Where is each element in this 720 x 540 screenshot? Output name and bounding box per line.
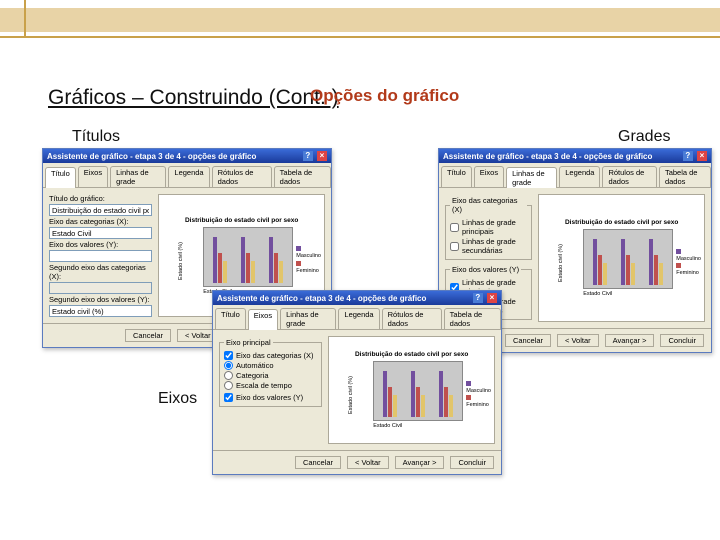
preview-title: Distribuição do estado civil por sexo xyxy=(185,217,298,224)
tab-eixos[interactable]: Eixos xyxy=(474,166,504,187)
preview-yaxis: Estado civil (%) xyxy=(558,244,564,282)
preview-xaxis: Estado Civil xyxy=(373,423,463,429)
help-icon[interactable]: ? xyxy=(473,293,483,303)
tab-rotulos-dados[interactable]: Rótulos de dados xyxy=(602,166,656,187)
cancel-button[interactable]: Cancelar xyxy=(125,329,171,342)
preview-bars xyxy=(203,227,293,287)
tab-titulo[interactable]: Título xyxy=(45,167,76,188)
tab-rotulos-dados[interactable]: Rótulos de dados xyxy=(212,166,272,187)
close-icon[interactable]: × xyxy=(317,151,327,161)
fields-titles: Título do gráfico: Eixo das categorias (… xyxy=(49,194,152,317)
rad-categoria[interactable] xyxy=(224,371,233,380)
tab-titulo[interactable]: Título xyxy=(215,308,246,329)
group-eixo-principal: Eixo principal Eixo das categorias (X) A… xyxy=(219,338,322,407)
preview-xaxis: Estado Civil xyxy=(583,291,673,297)
finish-button[interactable]: Concluir xyxy=(660,334,704,347)
label-eixo-y: Eixo dos valores (Y): xyxy=(49,240,152,249)
preview-legend: Masculino Feminino xyxy=(466,381,491,410)
titlebar[interactable]: Assistente de gráfico - etapa 3 de 4 - o… xyxy=(213,291,501,305)
input-eixo-x[interactable] xyxy=(49,227,152,239)
titlebar-text: Assistente de gráfico - etapa 3 de 4 - o… xyxy=(217,294,426,303)
tab-tabela-dados[interactable]: Tabela de dados xyxy=(444,308,501,329)
input-eixo-y2[interactable] xyxy=(49,305,152,317)
back-button[interactable]: < Voltar xyxy=(557,334,599,347)
rad-escala-tempo[interactable] xyxy=(224,381,233,390)
preview-legend: Masculino Feminino xyxy=(296,246,321,275)
preview-legend: Masculino Feminino xyxy=(676,249,701,278)
preview-title: Distribuição do estado civil por sexo xyxy=(355,351,468,358)
slide-subtitle: Opções do gráfico xyxy=(310,86,459,106)
tab-linhas-grade[interactable]: Linhas de grade xyxy=(280,308,336,329)
label-grades: Grades xyxy=(618,128,670,146)
next-button[interactable]: Avançar > xyxy=(395,456,445,469)
tab-tabela-dados[interactable]: Tabela de dados xyxy=(659,166,711,187)
group-eixo-x-label: Eixo das categorias (X) xyxy=(450,196,527,214)
tab-eixos[interactable]: Eixos xyxy=(78,166,108,187)
finish-button[interactable]: Concluir xyxy=(450,456,494,469)
label-titulo-grafico: Título do gráfico: xyxy=(49,194,152,203)
label-titulos: Títulos xyxy=(72,128,120,146)
preview-title: Distribuição do estado civil por sexo xyxy=(565,219,678,226)
label-eixos: Eixos xyxy=(158,390,197,408)
input-titulo-grafico[interactable] xyxy=(49,204,152,216)
tab-eixos[interactable]: Eixos xyxy=(248,309,278,330)
group-eixo-principal-label: Eixo principal xyxy=(224,338,273,347)
tabs: Título Eixos Linhas de grade Legenda Rót… xyxy=(213,305,501,330)
tabs: Título Eixos Linhas de grade Legenda Rót… xyxy=(43,163,331,188)
chk-eixo-y[interactable] xyxy=(224,393,233,402)
titlebar[interactable]: Assistente de gráfico - etapa 3 de 4 - o… xyxy=(439,149,711,163)
titlebar-text: Assistente de gráfico - etapa 3 de 4 - o… xyxy=(443,152,652,161)
label-eixo-x: Eixo das categorias (X): xyxy=(49,217,152,226)
group-eixo-x: Eixo das categorias (X) Linhas de grade … xyxy=(445,196,532,260)
tab-linhas-grade[interactable]: Linhas de grade xyxy=(110,166,166,187)
back-button[interactable]: < Voltar xyxy=(347,456,389,469)
dialog-chart-wizard-axes: Assistente de gráfico - etapa 3 de 4 - o… xyxy=(212,290,502,475)
help-icon[interactable]: ? xyxy=(683,151,693,161)
input-eixo-y[interactable] xyxy=(49,250,152,262)
cancel-button[interactable]: Cancelar xyxy=(295,456,341,469)
titlebar[interactable]: Assistente de gráfico - etapa 3 de 4 - o… xyxy=(43,149,331,163)
label-eixo-x2: Segundo eixo das categorias (X): xyxy=(49,263,152,281)
preview-yaxis: Estado civil (%) xyxy=(178,242,184,280)
tab-rotulos-dados[interactable]: Rótulos de dados xyxy=(382,308,442,329)
chk-x-major[interactable] xyxy=(450,223,459,232)
rad-automatico[interactable] xyxy=(224,361,233,370)
tab-tabela-dados[interactable]: Tabela de dados xyxy=(274,166,331,187)
chk-x-minor[interactable] xyxy=(450,242,459,251)
help-icon[interactable]: ? xyxy=(303,151,313,161)
input-eixo-x2 xyxy=(49,282,152,294)
close-icon[interactable]: × xyxy=(697,151,707,161)
preview-bars xyxy=(373,361,463,421)
close-icon[interactable]: × xyxy=(487,293,497,303)
chart-preview: Distribuição do estado civil por sexo Es… xyxy=(328,336,495,444)
tab-legenda[interactable]: Legenda xyxy=(168,166,209,187)
tab-titulo[interactable]: Título xyxy=(441,166,472,187)
slide-title: Gráficos – Construindo (Cont. ) xyxy=(48,86,339,110)
cancel-button[interactable]: Cancelar xyxy=(505,334,551,347)
chart-preview: Distribuição do estado civil por sexo Es… xyxy=(538,194,705,322)
tab-legenda[interactable]: Legenda xyxy=(559,166,600,187)
label-eixo-y2: Segundo eixo dos valores (Y): xyxy=(49,295,152,304)
group-eixo-y-label: Eixo dos valores (Y) xyxy=(450,265,521,274)
fields-axes: Eixo principal Eixo das categorias (X) A… xyxy=(219,336,322,444)
tabs: Título Eixos Linhas de grade Legenda Rót… xyxy=(439,163,711,188)
preview-yaxis: Estado civil (%) xyxy=(348,376,354,414)
tab-linhas-grade[interactable]: Linhas de grade xyxy=(506,167,557,188)
titlebar-text: Assistente de gráfico - etapa 3 de 4 - o… xyxy=(47,152,256,161)
chk-eixo-x[interactable] xyxy=(224,351,233,360)
preview-bars xyxy=(583,229,673,289)
tab-legenda[interactable]: Legenda xyxy=(338,308,379,329)
next-button[interactable]: Avançar > xyxy=(605,334,655,347)
